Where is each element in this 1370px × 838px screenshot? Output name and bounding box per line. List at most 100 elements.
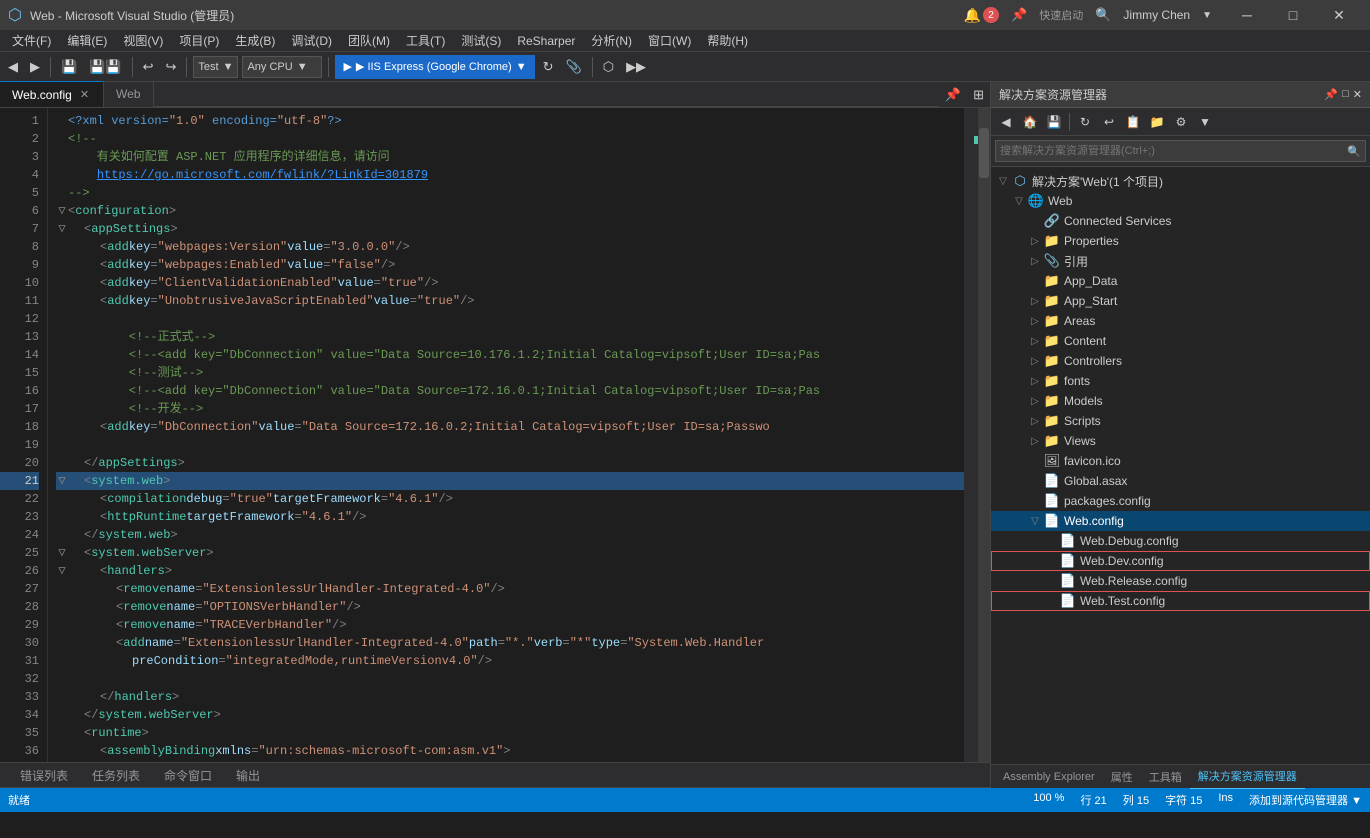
user-menu-icon[interactable]: ▼ (1202, 10, 1212, 21)
bottom-tab-errors[interactable]: 错误列表 (8, 762, 80, 788)
expand-button[interactable]: ⬡ (599, 55, 618, 79)
run-button[interactable]: ▶ ▶ IIS Express (Google Chrome) ▼ (335, 55, 534, 79)
more-button[interactable]: ▶▶ (622, 55, 650, 79)
notification-icon[interactable]: 🔔 2 (964, 7, 999, 24)
menu-team[interactable]: 团队(M) (340, 30, 398, 52)
project-expand-arrow[interactable]: ▽ (1011, 196, 1027, 207)
tree-item-app-data[interactable]: 📁 App_Data (991, 271, 1370, 291)
tree-item-models[interactable]: ▷ 📁 Models (991, 391, 1370, 411)
fonts-arrow[interactable]: ▷ (1027, 376, 1043, 387)
properties-arrow[interactable]: ▷ (1027, 236, 1043, 247)
models-arrow[interactable]: ▷ (1027, 396, 1043, 407)
menu-view[interactable]: 视图(V) (115, 30, 171, 52)
tree-item-areas[interactable]: ▷ 📁 Areas (991, 311, 1370, 331)
close-button[interactable]: ✕ (1316, 0, 1362, 30)
se-folder-button[interactable]: 📁 (1146, 111, 1168, 133)
se-filter-button[interactable]: ▼ (1194, 111, 1216, 133)
source-control-button[interactable]: 添加到源代码管理器 ▼ (1249, 792, 1362, 808)
tree-item-web-debug-config[interactable]: 📄 Web.Debug.config (991, 531, 1370, 551)
platform-dropdown[interactable]: Any CPU ▼ (242, 56, 322, 78)
tree-item-app-start[interactable]: ▷ 📁 App_Start (991, 291, 1370, 311)
search-icon[interactable]: 🔍 (1095, 7, 1111, 23)
tab-web[interactable]: Web (104, 81, 153, 107)
tree-item-scripts[interactable]: ▷ 📁 Scripts (991, 411, 1370, 431)
bottom-tab-command[interactable]: 命令窗口 (152, 762, 224, 788)
se-undo-button[interactable]: ↩ (1098, 111, 1120, 133)
se-save-button[interactable]: 💾 (1043, 111, 1065, 133)
config-dropdown[interactable]: Test ▼ (193, 56, 238, 78)
menu-help[interactable]: 帮助(H) (699, 30, 756, 52)
se-home-button[interactable]: 🏠 (1019, 111, 1041, 133)
tree-item-properties[interactable]: ▷ 📁 Properties (991, 231, 1370, 251)
se-copy-button[interactable]: 📋 (1122, 111, 1144, 133)
save-all-button[interactable]: 💾💾 (85, 55, 125, 79)
menu-file[interactable]: 文件(F) (4, 30, 59, 52)
se-tab-properties[interactable]: 属性 (1103, 765, 1141, 789)
save-button[interactable]: 💾 (57, 55, 81, 79)
tree-item-packages-config[interactable]: 📄 packages.config (991, 491, 1370, 511)
se-tab-assembly-explorer[interactable]: Assembly Explorer (995, 765, 1103, 789)
tree-item-references[interactable]: ▷ 📎 引用 (991, 251, 1370, 271)
se-tab-solution-explorer[interactable]: 解决方案资源管理器 (1190, 765, 1305, 789)
maximize-button[interactable]: □ (1270, 0, 1316, 30)
tree-item-views[interactable]: ▷ 📁 Views (991, 431, 1370, 451)
minimize-button[interactable]: ─ (1224, 0, 1270, 30)
solution-expand-arrow[interactable]: ▽ (995, 176, 1011, 187)
references-arrow[interactable]: ▷ (1027, 256, 1043, 267)
menu-build[interactable]: 生成(B) (227, 30, 283, 52)
controllers-arrow[interactable]: ▷ (1027, 356, 1043, 367)
tree-item-favicon[interactable]: 🖼 favicon.ico (991, 451, 1370, 471)
se-maximize-button[interactable]: □ (1342, 88, 1349, 101)
tab-pin-button[interactable]: 📌 (939, 83, 967, 107)
bottom-tab-output[interactable]: 输出 (224, 762, 272, 788)
se-pin-button[interactable]: 📌 (1324, 88, 1338, 101)
forward-button[interactable]: ▶ (26, 55, 44, 79)
tree-item-global-asax[interactable]: 📄 Global.asax (991, 471, 1370, 491)
se-back-button[interactable]: ◀ (995, 111, 1017, 133)
menu-test[interactable]: 测试(S) (453, 30, 509, 52)
refresh-button[interactable]: ↻ (539, 55, 558, 79)
scrollbar-thumb[interactable] (979, 128, 989, 178)
tree-item-solution[interactable]: ▽ ⬡ 解决方案'Web'(1 个项目) (991, 171, 1370, 191)
tree-item-controllers[interactable]: ▷ 📁 Controllers (991, 351, 1370, 371)
se-search-input[interactable] (1000, 145, 1347, 157)
tree-item-web-dev-config[interactable]: 📄 Web.Dev.config (991, 551, 1370, 571)
pin-icon[interactable]: 📌 (1011, 7, 1027, 23)
bottom-tab-tasks[interactable]: 任务列表 (80, 762, 152, 788)
tree-item-web-test-config[interactable]: 📄 Web.Test.config (991, 591, 1370, 611)
editor-scrollbar[interactable] (978, 108, 990, 762)
back-button[interactable]: ◀ (4, 55, 22, 79)
se-tab-toolbox[interactable]: 工具箱 (1141, 765, 1190, 789)
se-props-button[interactable]: ⚙ (1170, 111, 1192, 133)
redo-button[interactable]: ↪ (161, 55, 180, 79)
attach-button[interactable]: 📎 (562, 55, 586, 79)
tree-item-web-config[interactable]: ▽ 📄 Web.config (991, 511, 1370, 531)
tab-webconfig[interactable]: Web.config ✕ (0, 81, 104, 107)
web-config-arrow[interactable]: ▽ (1027, 516, 1043, 527)
views-arrow[interactable]: ▷ (1027, 436, 1043, 447)
menu-window[interactable]: 窗口(W) (640, 30, 699, 52)
menu-tools[interactable]: 工具(T) (398, 30, 453, 52)
tree-item-web-release-config[interactable]: 📄 Web.Release.config (991, 571, 1370, 591)
content-arrow[interactable]: ▷ (1027, 336, 1043, 347)
toolbar-separator-5 (592, 57, 593, 77)
menu-analyze[interactable]: 分析(N) (583, 30, 640, 52)
tree-item-connected-services[interactable]: 🔗 Connected Services (991, 211, 1370, 231)
se-search-icon[interactable]: 🔍 (1347, 145, 1361, 158)
tree-item-content[interactable]: ▷ 📁 Content (991, 331, 1370, 351)
tab-split-button[interactable]: ⊞ (967, 83, 990, 107)
menu-edit[interactable]: 编辑(E) (59, 30, 115, 52)
code-content[interactable]: <?xml version="1.0" encoding="utf-8"?> <… (48, 108, 964, 762)
tab-webconfig-close[interactable]: ✕ (78, 88, 91, 101)
areas-arrow[interactable]: ▷ (1027, 316, 1043, 327)
se-close-button[interactable]: ✕ (1353, 88, 1362, 101)
menu-project[interactable]: 项目(P) (171, 30, 227, 52)
tree-item-project[interactable]: ▽ 🌐 Web (991, 191, 1370, 211)
scripts-arrow[interactable]: ▷ (1027, 416, 1043, 427)
menu-resharper[interactable]: ReSharper (509, 30, 583, 52)
tree-item-fonts[interactable]: ▷ 📁 fonts (991, 371, 1370, 391)
menu-debug[interactable]: 调试(D) (283, 30, 340, 52)
app-start-arrow[interactable]: ▷ (1027, 296, 1043, 307)
undo-button[interactable]: ↩ (139, 55, 158, 79)
se-refresh-button[interactable]: ↻ (1074, 111, 1096, 133)
